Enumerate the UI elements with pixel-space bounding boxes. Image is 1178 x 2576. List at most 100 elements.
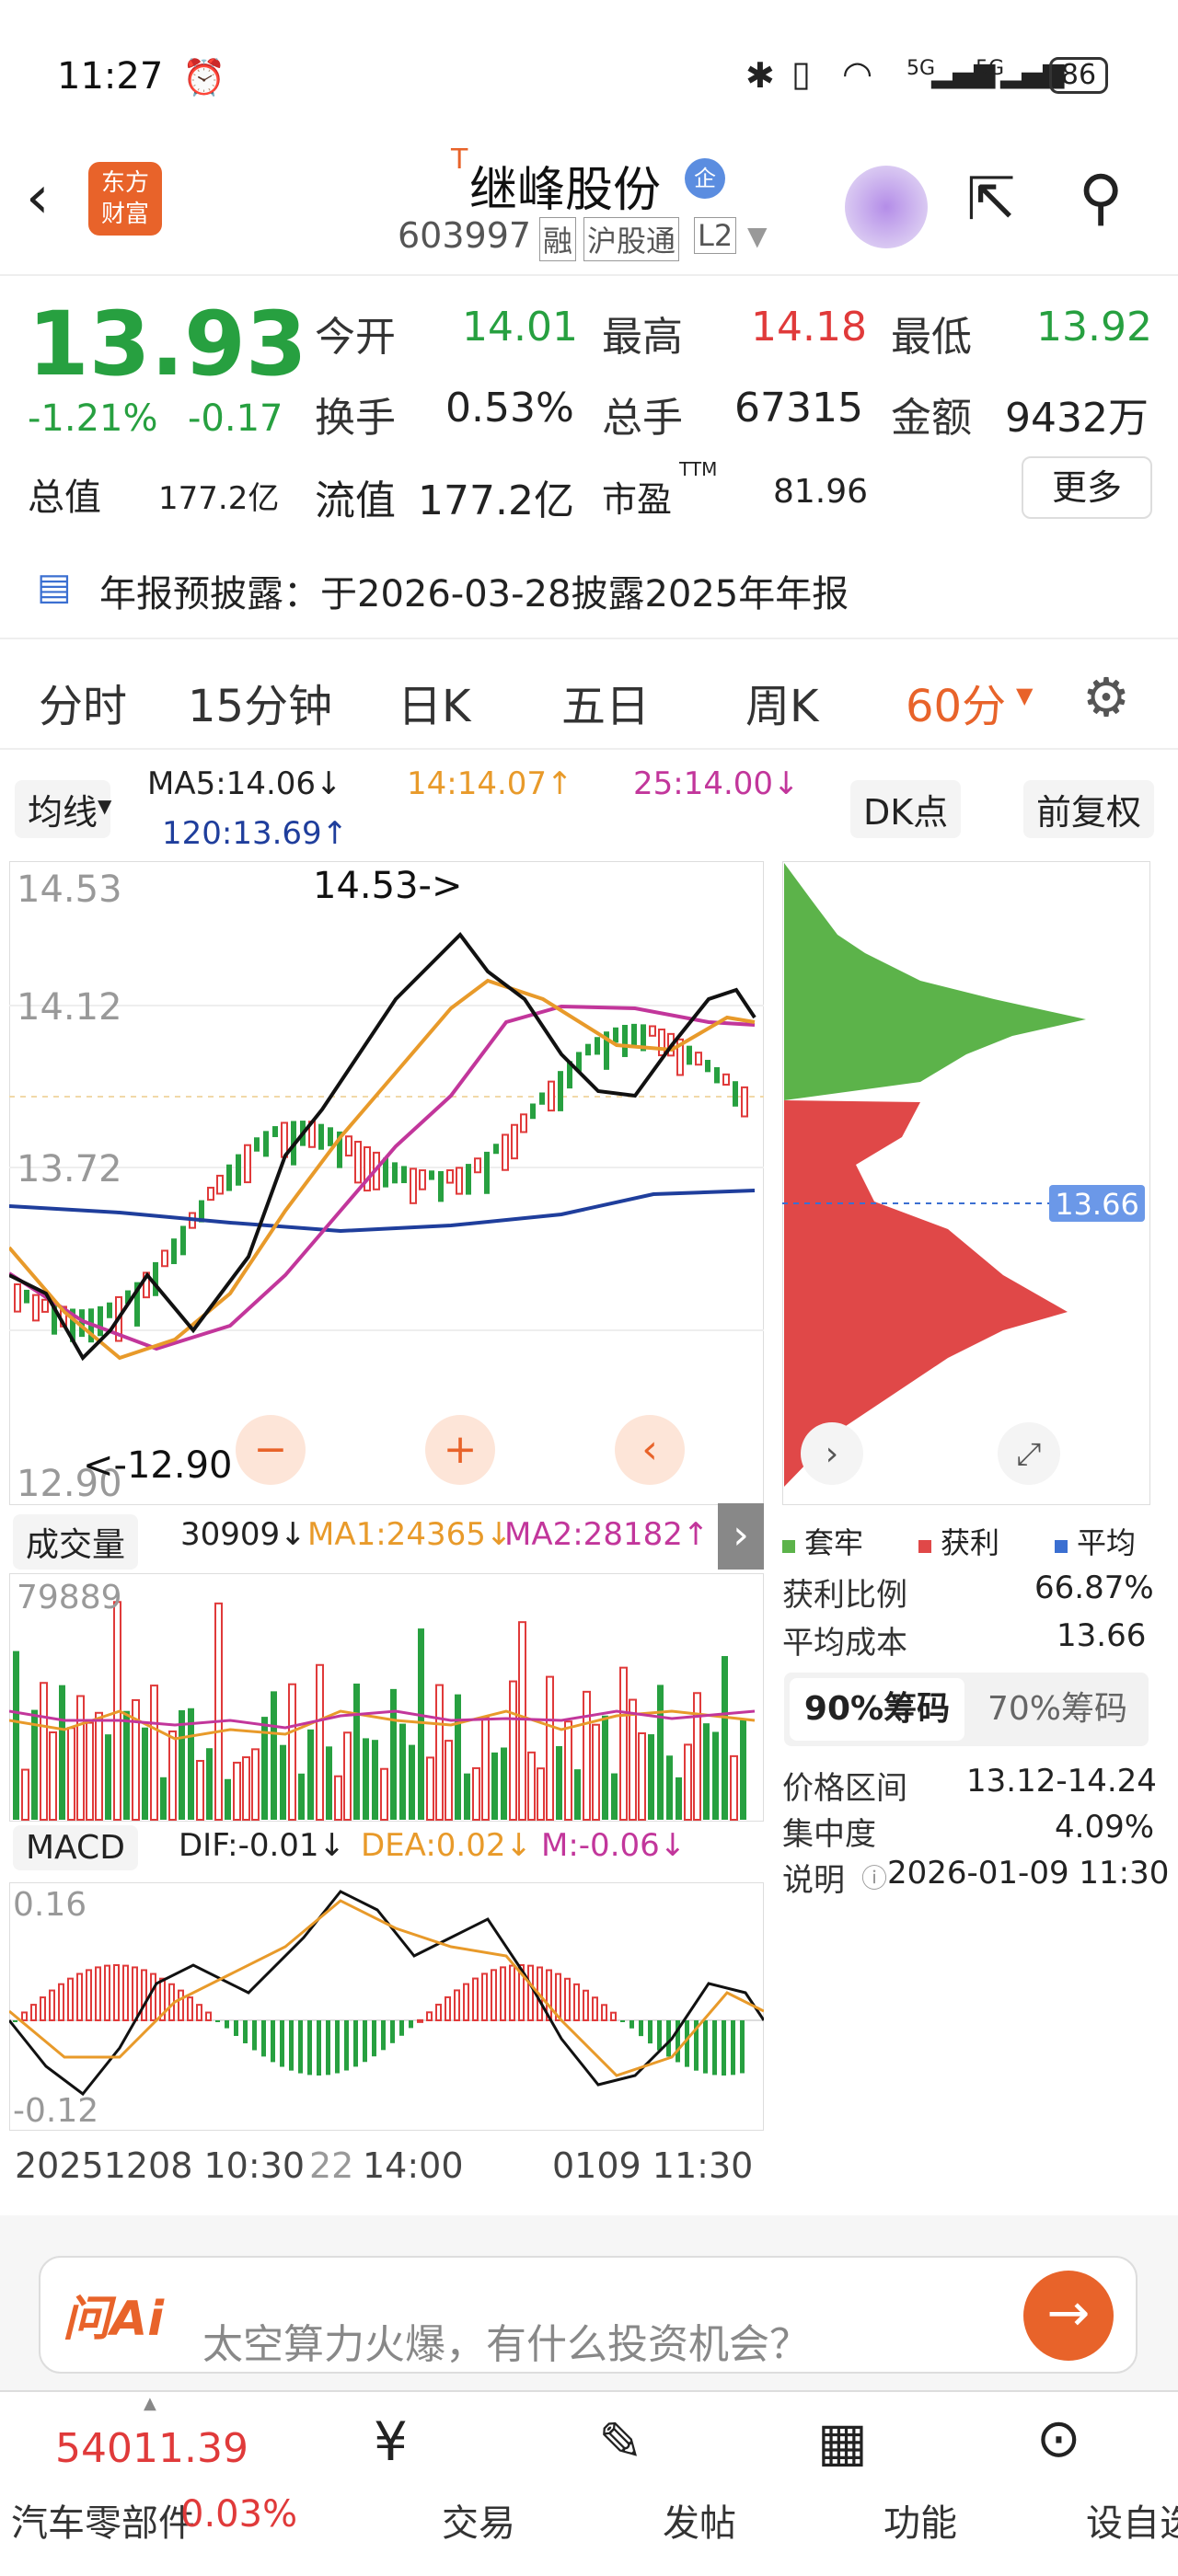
nav-add-watchlist-label: 设自选 [1086, 2502, 1178, 2545]
ma120-legend: 120:13.69↑ [162, 815, 349, 852]
tab-15min[interactable]: 15分钟 [188, 670, 332, 734]
macd-bar [731, 2020, 735, 2076]
settings-gear-icon[interactable]: ⚙ [1082, 666, 1130, 729]
enterprise-badge: 企 [685, 158, 725, 199]
chip-back-icon[interactable]: › [826, 1435, 838, 1473]
stock-name[interactable]: 继峰股份 [469, 151, 661, 220]
volume-selector[interactable]: 成交量 [13, 1514, 139, 1570]
eastmoney-logo[interactable]: 东方 财富 [88, 162, 162, 236]
nav-post[interactable]: ✎ 发帖 [552, 2392, 736, 2576]
macd-bar [592, 1996, 598, 2021]
volume-bar [509, 1680, 517, 1821]
macd-bar [122, 1964, 129, 2021]
macd-bar [372, 2020, 376, 2057]
zoom-out-icon[interactable]: − [254, 1426, 288, 1473]
macd-bar [132, 1966, 138, 2021]
chip-distribution-chart[interactable]: 13.66 › ⤢ [782, 861, 1150, 1505]
ai-send-button[interactable]: → [1023, 2271, 1114, 2361]
volume-chart: 79889 [9, 1573, 764, 1822]
volume-bar [316, 1663, 324, 1821]
volume-bar [271, 1691, 277, 1820]
volume-bar [150, 1685, 158, 1821]
avg-cost-marker: 13.66 [1055, 1187, 1139, 1222]
volume-bar [611, 1773, 618, 1820]
dropdown-icon[interactable]: ▼ [747, 221, 768, 251]
tab-weekly-k[interactable]: 周K [745, 670, 818, 734]
volume-bar [638, 1732, 646, 1821]
candle [695, 1052, 702, 1066]
tab-daily-k[interactable]: 日K [398, 670, 470, 734]
change-percent: -1.21% [28, 397, 158, 440]
back-icon[interactable]: ‹ [26, 164, 50, 232]
zoom-in-icon[interactable]: + [444, 1426, 478, 1473]
tab-chip-70[interactable]: 70%筹码 [970, 1678, 1145, 1741]
announcement-bar[interactable]: ▤ 年报预披露：于2026-03-28披露2025年年报 [0, 538, 1178, 639]
period-tabs: 分时 15分钟 日K 五日 周K 60分 ▼ ⚙ [0, 644, 1178, 750]
dk-point-button[interactable]: DK点 [850, 780, 962, 838]
robot-avatar-icon[interactable] [845, 166, 928, 248]
tab-five-day[interactable]: 五日 [561, 670, 650, 734]
candle [585, 1043, 591, 1056]
macd-selector[interactable]: MACD [13, 1825, 138, 1870]
volume-bar [629, 1698, 637, 1821]
high-marker: 14.53-> [313, 865, 462, 907]
macd-bar [629, 2020, 634, 2029]
xaxis-end: 0109 11:30 [552, 2145, 754, 2186]
macd-bar [225, 2020, 229, 2029]
share-icon[interactable]: ⇱ [966, 166, 1016, 234]
macd-bar [187, 1996, 193, 2022]
tag-l2: L2 [694, 217, 737, 254]
macd-bar [67, 1977, 74, 2021]
macd-bar [205, 2011, 212, 2022]
candle [244, 1144, 251, 1184]
ai-input[interactable]: 太空算力火爆，有什么投资机会？ [202, 2311, 810, 2370]
macd-bar [95, 1966, 101, 2021]
ma-selector-arrow-icon[interactable]: ▼ [98, 795, 111, 817]
volume-bar [59, 1685, 65, 1820]
ma-selector[interactable]: 均线 [15, 780, 111, 838]
volume-bar [225, 1778, 231, 1820]
profit-ratio-label: 获利比例 [782, 1577, 907, 1614]
tab-60min[interactable]: 60分 [906, 670, 1006, 734]
adjust-button[interactable]: 前复权 [1023, 780, 1155, 838]
sector-index[interactable]: 54011.39 [55, 2425, 248, 2472]
nav-add-watchlist[interactable]: ⊙ 设自选 [994, 2392, 1178, 2576]
info-icon[interactable]: ⓘ [861, 1858, 887, 1895]
price-range-label: 价格区间 [782, 1770, 907, 1807]
scroll-left-icon[interactable]: ‹ [641, 1426, 658, 1473]
nav-trade[interactable]: ¥ 交易 [331, 2392, 515, 2576]
macd-bar [601, 2004, 607, 2022]
macd-bar [703, 2020, 708, 2074]
candle [722, 1073, 730, 1087]
more-button[interactable]: 更多 [1022, 456, 1152, 519]
candle [410, 1167, 417, 1204]
candle [438, 1170, 444, 1202]
t-mark: T [451, 144, 468, 176]
volume-value: 67315 [734, 385, 863, 431]
vibrate-icon: ▯ [791, 53, 811, 94]
candle [180, 1225, 186, 1256]
macd-bar [30, 2004, 37, 2022]
tab-timeshare[interactable]: 分时 [39, 670, 127, 734]
nav-functions[interactable]: ▦ 功能 [773, 2392, 957, 2576]
sector-name[interactable]: 汽车零部件 [11, 2493, 195, 2547]
volume-bar [142, 1727, 148, 1820]
candlestick-chart[interactable]: 14.53 14.12 13.72 12.90 14.53-> <-12.90 … [9, 861, 764, 1505]
panel-expand-icon[interactable]: › [718, 1503, 764, 1570]
macd-bar [472, 1977, 479, 2022]
ma14-legend: 14:14.07↑ [407, 765, 573, 802]
tab-chip-90[interactable]: 90%筹码 [790, 1678, 964, 1741]
sector-percent[interactable]: 0.03% [180, 2493, 297, 2536]
tab-60min-dropdown-icon[interactable]: ▼ [1016, 683, 1033, 708]
expand-icon[interactable]: ⤢ [1016, 1436, 1041, 1473]
market-cap-label: 总值 [28, 477, 101, 519]
candle [161, 1249, 168, 1268]
volume-bar [712, 1731, 719, 1820]
candle [530, 1103, 536, 1120]
candle [236, 1154, 241, 1186]
candle [345, 1135, 352, 1157]
volume-bar [123, 1710, 130, 1820]
search-icon[interactable]: ⚲ [1079, 162, 1123, 233]
avg-cost-label: 平均成本 [782, 1625, 907, 1662]
macd-bar [252, 2020, 257, 2051]
